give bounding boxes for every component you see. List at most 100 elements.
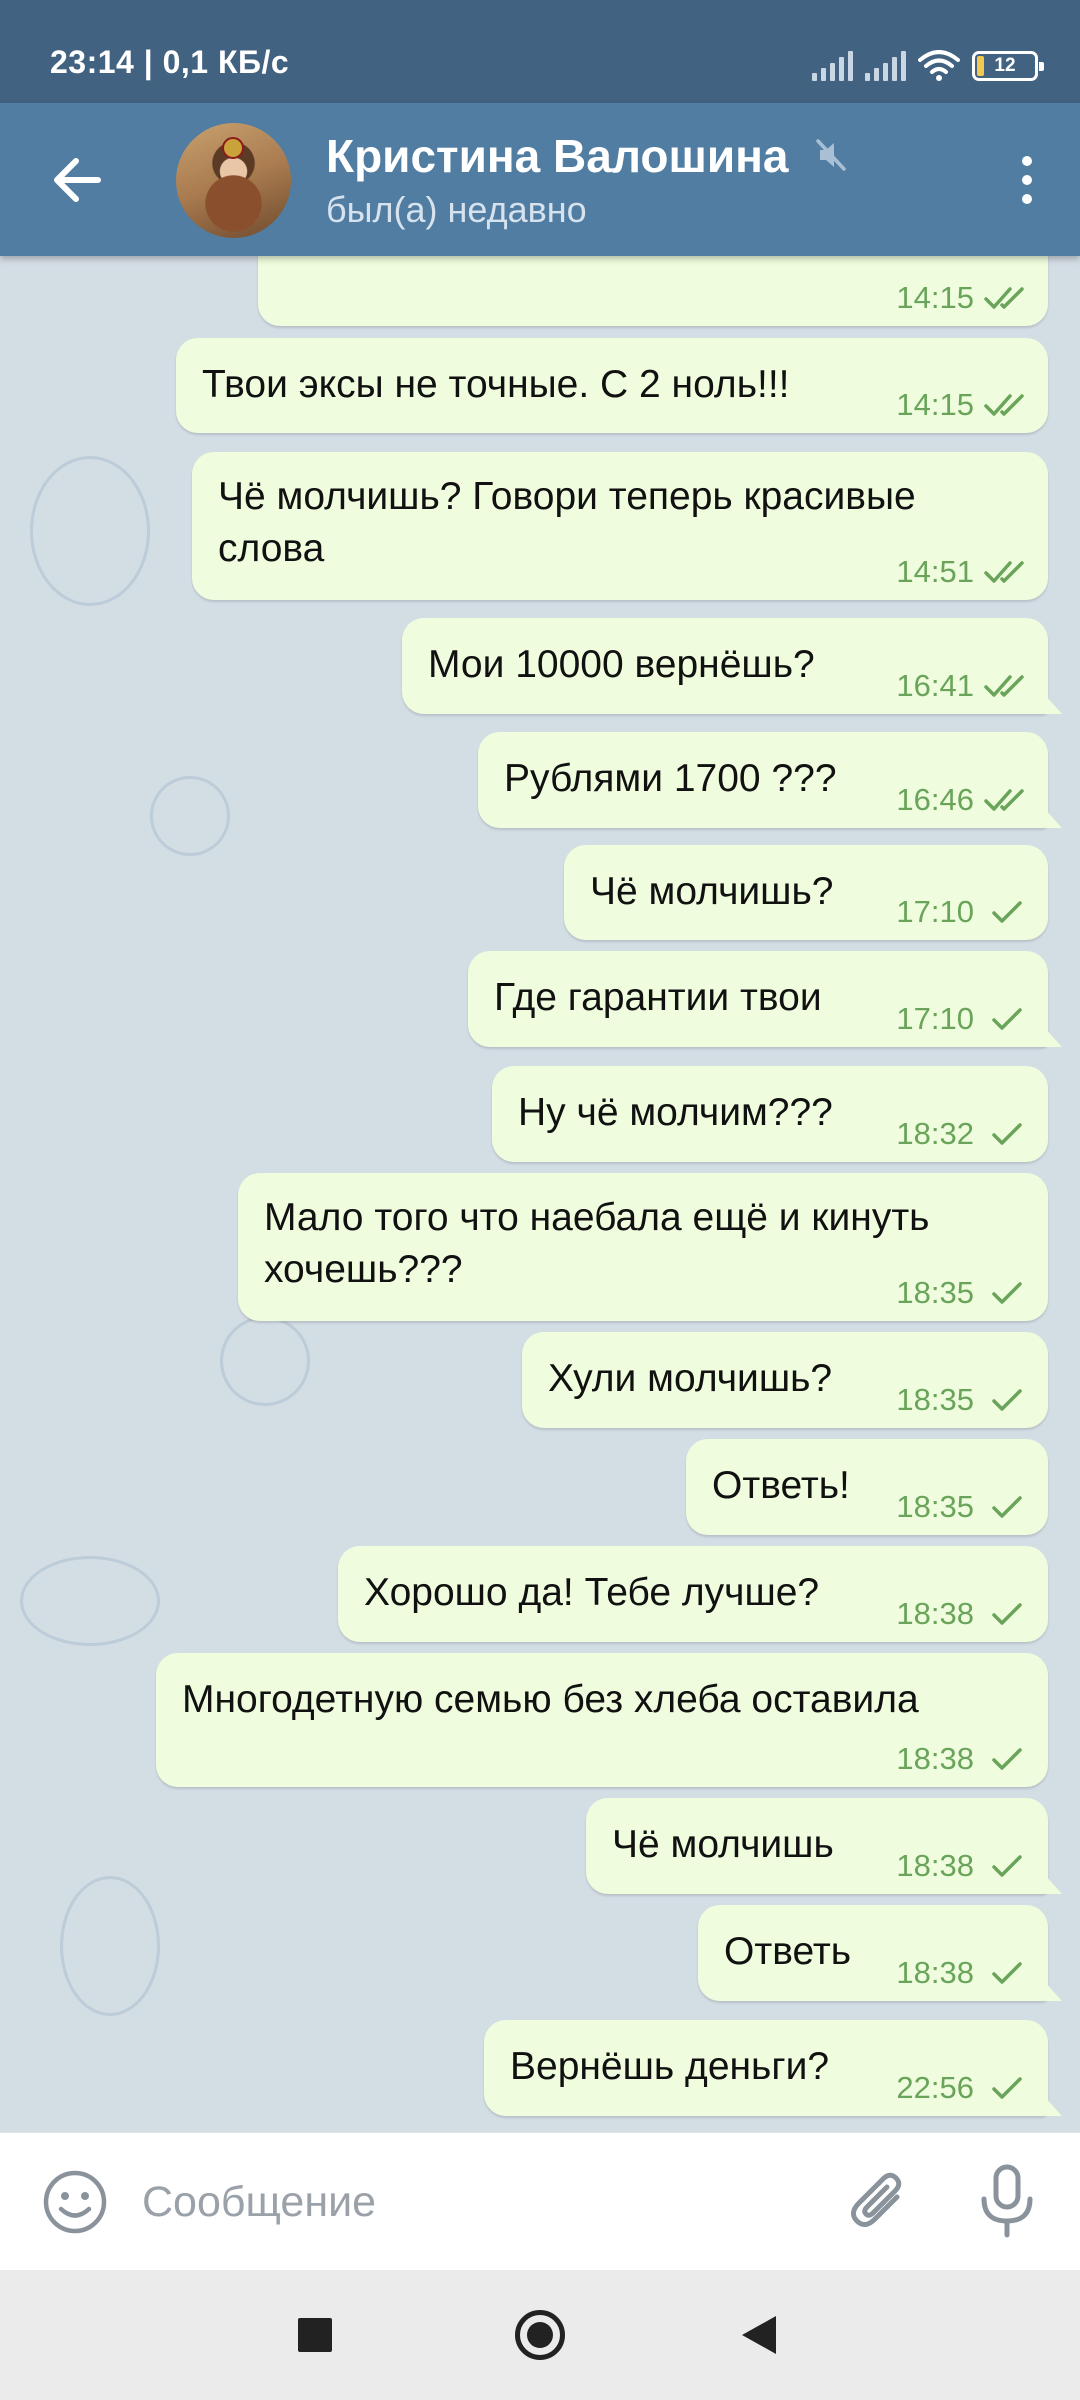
background-doodle [220, 1316, 310, 1406]
single-check-icon [992, 1389, 1022, 1411]
message-text: Многодетную семью без хлеба оставила [182, 1678, 919, 1721]
message-time: 18:35 [896, 1489, 974, 1524]
status-bar: 23:14 | 0,1 КБ/с 12 [0, 0, 1080, 103]
message-text: Ответь! [712, 1464, 850, 1507]
contact-name[interactable]: Кристина Валошина [326, 129, 789, 183]
message-time: 16:46 [896, 782, 974, 817]
single-check-icon [992, 1123, 1022, 1145]
system-back-button[interactable] [742, 2316, 776, 2354]
message-bubble[interactable]: Чё молчишь? Говори теперь красивые слова… [192, 452, 1048, 600]
message-bubble[interactable]: Хорошо да! Тебе лучше? 18:38 [338, 1546, 1048, 1642]
wifi-icon [918, 50, 960, 81]
message-text-line2: хочешь??? [264, 1248, 463, 1291]
message-text: Мои 10000 вернёшь? [428, 643, 815, 686]
message-bubble[interactable]: Ответь 18:38 [698, 1905, 1048, 2001]
message-meta: 14:51 [896, 554, 1028, 590]
single-check-icon [992, 1748, 1022, 1770]
message-meta: 14:15 [896, 387, 1028, 423]
message-time: 18:38 [896, 1955, 974, 1990]
message-time: 18:35 [896, 1275, 974, 1310]
message-meta: 18:35 [896, 1382, 1028, 1418]
message-meta: 18:38 [896, 1741, 1028, 1777]
menu-button[interactable] [992, 143, 1062, 217]
message-time: 18:32 [896, 1116, 974, 1151]
message-meta: 18:35 [896, 1489, 1028, 1525]
background-doodle [20, 1556, 160, 1646]
double-check-icon [984, 394, 1024, 416]
message-text: Ну чё молчим??? [518, 1091, 833, 1134]
message-meta: 17:10 [896, 1001, 1028, 1037]
message-bubble[interactable]: Вернёшь деньги? 22:56 [484, 2020, 1048, 2116]
message-list[interactable]: 14:15 Твои эксы не точные. С 2 ноль!!! 1… [0, 256, 1080, 2132]
arrow-left-icon [54, 158, 101, 202]
message-text: Чё молчишь? Говори теперь красивые [218, 475, 916, 518]
message-time: 18:35 [896, 1382, 974, 1417]
message-meta: 14:15 [896, 280, 1028, 316]
message-bubble[interactable]: Ну чё молчим??? 18:32 [492, 1066, 1048, 1162]
status-icons: 12 [812, 46, 1044, 86]
battery-level: 12 [994, 55, 1016, 76]
single-check-icon [992, 901, 1022, 923]
single-check-icon [992, 1008, 1022, 1030]
message-meta: 18:38 [896, 1596, 1028, 1632]
message-bubble[interactable]: Чё молчишь? 17:10 [564, 845, 1048, 940]
message-text-line2: слова [218, 527, 325, 570]
signal-icon [865, 51, 906, 81]
message-time: 18:38 [896, 1741, 974, 1776]
background-doodle [60, 1876, 160, 2016]
vertical-dots-icon [1022, 156, 1032, 166]
home-button[interactable] [515, 2310, 565, 2360]
message-text: Ответь [724, 1930, 852, 1973]
single-check-icon [992, 1496, 1022, 1518]
message-bubble[interactable]: Рублями 1700 ??? 16:46 [478, 732, 1048, 828]
message-input[interactable] [142, 2163, 802, 2241]
message-composer [0, 2132, 1080, 2270]
double-check-icon [984, 287, 1024, 309]
microphone-icon[interactable] [972, 2163, 1042, 2241]
message-text: Где гарантии твои [494, 976, 822, 1019]
message-text: Хули молчишь? [548, 1357, 833, 1400]
single-check-icon [992, 1855, 1022, 1877]
double-check-icon [984, 561, 1024, 583]
battery-icon: 12 [972, 51, 1044, 81]
message-meta: 17:10 [896, 894, 1028, 930]
double-check-icon [984, 789, 1024, 811]
message-bubble[interactable]: Мои 10000 вернёшь? 16:41 [402, 618, 1048, 714]
message-time: 17:10 [896, 1001, 974, 1036]
message-meta: 16:41 [896, 668, 1028, 704]
message-meta: 18:38 [896, 1848, 1028, 1884]
message-bubble[interactable]: Где гарантии твои 17:10 [468, 951, 1048, 1047]
message-bubble[interactable]: Хули молчишь? 18:35 [522, 1332, 1048, 1428]
single-check-icon [992, 1282, 1022, 1304]
message-bubble[interactable]: Твои эксы не точные. С 2 ноль!!! 14:15 [176, 338, 1048, 433]
message-text: Мало того что наебала ещё и кинуть [264, 1196, 930, 1239]
muted-speaker-icon [816, 139, 846, 171]
message-bubble[interactable]: Мало того что наебала ещё и кинуть хочеш… [238, 1173, 1048, 1321]
message-time: 16:41 [896, 668, 974, 703]
recent-apps-button[interactable] [298, 2318, 332, 2352]
message-meta: 22:56 [896, 2070, 1028, 2106]
avatar[interactable] [176, 123, 291, 238]
message-time: 18:38 [896, 1596, 974, 1631]
single-check-icon [992, 1962, 1022, 1984]
message-time: 17:10 [896, 894, 974, 929]
chat-header: Кристина Валошина был(а) недавно [0, 103, 1080, 256]
message-time: 14:51 [896, 554, 974, 589]
contact-status: был(а) недавно [326, 189, 587, 230]
paperclip-icon[interactable] [845, 2167, 915, 2237]
system-nav-bar [0, 2270, 1080, 2400]
message-bubble[interactable]: Многодетную семью без хлеба оставила 18:… [156, 1653, 1048, 1787]
single-check-icon [992, 1603, 1022, 1625]
background-doodle [30, 456, 150, 606]
smiley-icon[interactable] [40, 2167, 110, 2237]
message-time: 14:15 [896, 387, 974, 422]
background-doodle [150, 776, 230, 856]
message-bubble[interactable]: Ответь! 18:35 [686, 1439, 1048, 1535]
back-button[interactable] [42, 145, 112, 215]
message-bubble[interactable]: 14:15 [258, 256, 1048, 326]
message-time: 18:38 [896, 1848, 974, 1883]
message-bubble[interactable]: Чё молчишь 18:38 [586, 1798, 1048, 1894]
message-text: Хорошо да! Тебе лучше? [364, 1571, 820, 1614]
message-text: Вернёшь деньги? [510, 2045, 830, 2088]
message-time: 14:15 [896, 280, 974, 315]
